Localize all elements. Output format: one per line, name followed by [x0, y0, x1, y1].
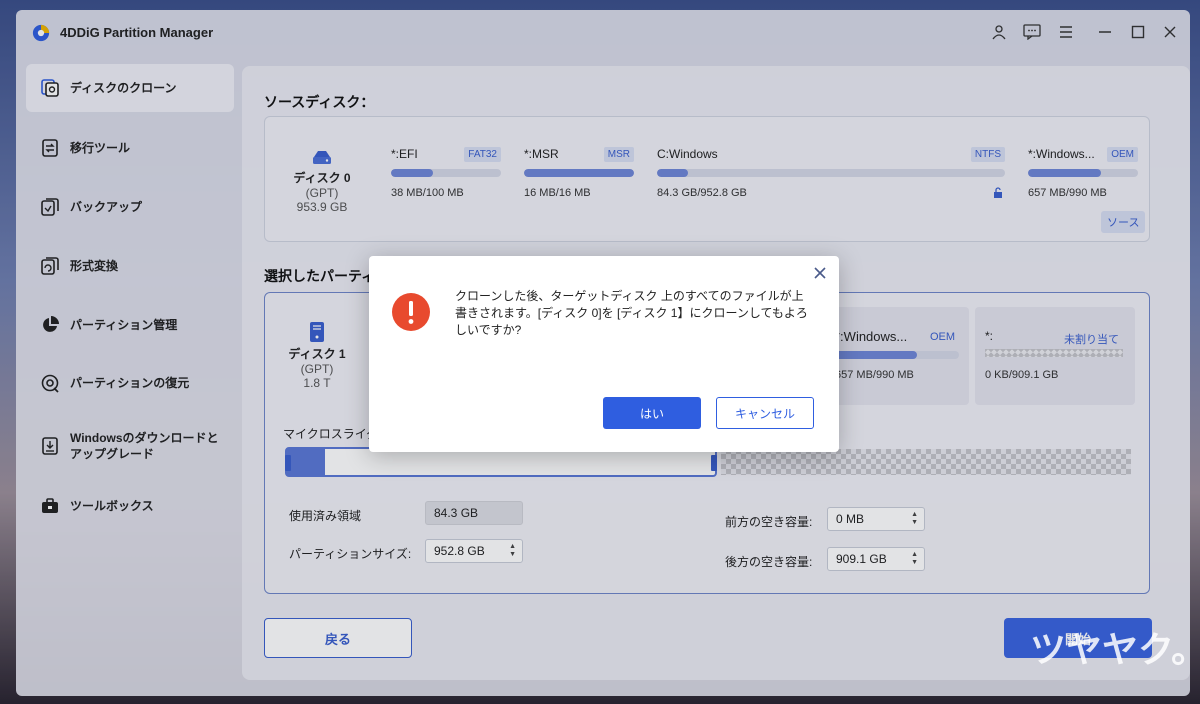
confirm-dialog: クローンした後、ターゲットディスク 上のすべてのファイルが上書きされます。[ディ… — [369, 256, 839, 452]
yes-button[interactable]: はい — [603, 397, 701, 429]
dialog-close-icon[interactable] — [811, 264, 829, 282]
dialog-message: クローンした後、ターゲットディスク 上のすべてのファイルが上書きされます。[ディ… — [455, 289, 808, 337]
watermark-logo: ツヤヤク。 — [1030, 630, 1190, 670]
svg-text:ツヤヤク。: ツヤヤク。 — [1030, 630, 1190, 670]
warning-icon — [392, 293, 430, 331]
cancel-button[interactable]: キャンセル — [716, 397, 814, 429]
